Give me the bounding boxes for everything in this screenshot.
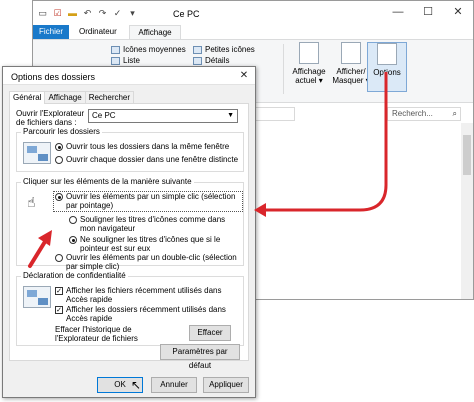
properties-icon[interactable]: ☑	[52, 8, 63, 19]
options-button[interactable]: Options	[367, 42, 407, 92]
list-icon	[111, 56, 120, 65]
search-input[interactable]: Recherch... ⌕	[387, 107, 461, 121]
window-controls: — ☐ ✕	[383, 1, 473, 23]
group-legend: Cliquer sur les éléments de la manière s…	[21, 177, 194, 187]
check-icon[interactable]: ✓	[112, 8, 123, 19]
radio-new-window[interactable]: Ouvrir chaque dossier dans une fenêtre d…	[55, 155, 239, 164]
scroll-thumb[interactable]	[463, 135, 471, 175]
browse-folders-group: Parcourir les dossiers Ouvrir tous les d…	[16, 127, 244, 172]
radio-dot	[55, 156, 63, 164]
radio-same-window[interactable]: Ouvrir tous les dossiers dans la même fe…	[55, 142, 239, 151]
options-icon	[377, 43, 397, 65]
close-icon[interactable]: ✕	[443, 1, 473, 23]
customize-icon[interactable]: ▾	[127, 8, 138, 19]
layout-item-small-icons[interactable]: Petites icônes	[193, 44, 255, 55]
layout-item-details[interactable]: Détails	[193, 55, 255, 66]
radio-dot	[69, 236, 77, 244]
check-icon: ✓	[55, 306, 63, 314]
tab-affichage[interactable]: Affichage	[129, 25, 181, 40]
cancel-button[interactable]: Annuler	[151, 377, 197, 393]
afficher-masquer-button[interactable]: Afficher/ Masquer ▾	[331, 42, 371, 92]
checkbox-recent-folders[interactable]: ✓ Afficher les dossiers récemment utilis…	[55, 305, 241, 323]
maximize-icon[interactable]: ☐	[413, 1, 443, 23]
quick-access-toolbar: ▭ ☑ ▬ ↶ ↷ ✓ ▾	[37, 8, 138, 19]
show-hide-icon	[341, 42, 361, 64]
layout-item-medium-icons[interactable]: Icônes moyennes	[111, 44, 186, 55]
dialog-titlebar: Options des dossiers ✕	[3, 67, 255, 85]
affichage-actuel-button[interactable]: Affichage actuel ▾	[289, 42, 329, 92]
privacy-group: Déclaration de confidentialité ✓ Affiche…	[16, 271, 244, 346]
layout-list-2: Petites icônes Détails	[193, 44, 255, 66]
close-icon[interactable]: ✕	[237, 69, 251, 83]
apply-button[interactable]: Appliquer	[203, 377, 249, 393]
dialog-tabs: Général Affichage Rechercher	[9, 91, 135, 104]
clear-history-label: Effacer l'historique de l'Explorateur de…	[55, 325, 138, 343]
window-title: Ce PC	[173, 9, 200, 19]
browse-folders-icon	[23, 142, 51, 164]
group-legend: Parcourir les dossiers	[21, 127, 102, 137]
new-folder-icon[interactable]: ▬	[67, 8, 78, 19]
window-icon: ▭	[38, 8, 47, 18]
tab-fichier[interactable]: Fichier	[33, 25, 69, 39]
radio-double-click[interactable]: Ouvrir les éléments par un double-clic (…	[55, 253, 241, 271]
radio-dot	[55, 254, 63, 262]
clear-history-button[interactable]: Effacer	[189, 325, 231, 341]
quick-access-icon	[23, 286, 51, 308]
current-view-icon	[299, 42, 319, 64]
tab-general[interactable]: Général	[9, 91, 46, 104]
radio-single-click[interactable]: Ouvrir les éléments par un simple clic (…	[55, 192, 241, 210]
tab-affichage[interactable]: Affichage	[44, 91, 86, 103]
minimize-icon[interactable]: —	[383, 1, 413, 23]
details-icon	[193, 56, 202, 65]
folder-options-dialog: Options des dossiers ✕ Général Affichage…	[2, 66, 256, 398]
chevron-down-icon: ▼	[227, 112, 234, 119]
hand-pointer-icon: ☝	[27, 194, 36, 210]
checkbox-recent-files[interactable]: ✓ Afficher les fichiers récemment utilis…	[55, 286, 241, 304]
dialog-title: Options des dossiers	[11, 72, 96, 82]
search-icon: ⌕	[452, 109, 457, 118]
explorer-scrollbar[interactable]	[461, 123, 473, 299]
redo-icon[interactable]: ↷	[97, 8, 108, 19]
radio-underline-hover[interactable]: Ne souligner les titres d'icônes que si …	[69, 235, 241, 253]
radio-dot	[69, 216, 77, 224]
tab-ordinateur[interactable]: Ordinateur	[79, 25, 117, 39]
tab-rechercher[interactable]: Rechercher	[84, 91, 135, 103]
layout-item-list[interactable]: Liste	[111, 55, 186, 66]
click-items-group: Cliquer sur les éléments de la manière s…	[16, 177, 244, 271]
general-panel: Ouvrir l'Explorateur de fichiers dans : …	[9, 103, 249, 370]
small-icons-icon	[193, 45, 202, 54]
radio-dot	[55, 143, 63, 151]
medium-icons-icon	[111, 45, 120, 54]
open-explorer-label: Ouvrir l'Explorateur de fichiers dans :	[16, 109, 85, 127]
ribbon-tabs: Fichier Ordinateur Affichage	[33, 25, 473, 40]
ribbon-separator	[283, 44, 284, 94]
group-legend: Déclaration de confidentialité	[21, 271, 128, 281]
restore-defaults-button[interactable]: Paramètres par défaut	[160, 344, 240, 370]
layout-list: Icônes moyennes Liste	[111, 44, 186, 66]
explorer-titlebar: ▭ ☑ ▬ ↶ ↷ ✓ ▾ Ce PC — ☐ ✕	[33, 1, 473, 27]
check-icon: ✓	[55, 287, 63, 295]
undo-icon[interactable]: ↶	[82, 8, 93, 19]
open-explorer-select[interactable]: Ce PC ▼	[88, 109, 238, 123]
radio-dot	[55, 193, 63, 201]
mouse-cursor-icon: ↖	[131, 378, 142, 392]
radio-underline-browser[interactable]: Souligner les titres d'icônes comme dans…	[69, 215, 241, 233]
